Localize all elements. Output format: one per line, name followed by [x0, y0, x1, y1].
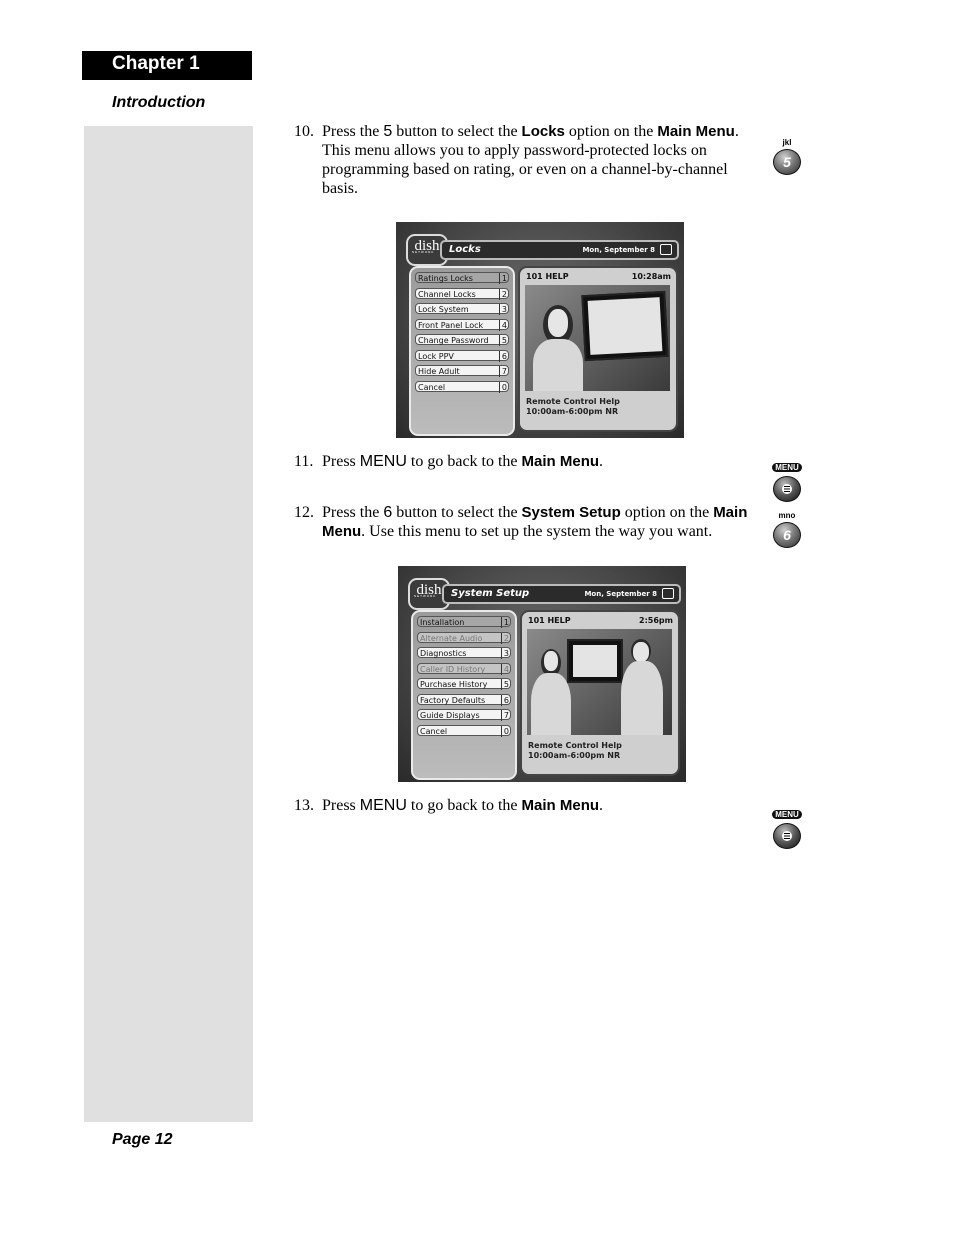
tv-frame-image	[581, 290, 669, 362]
menu-item-lock-ppv: Lock PPV 6	[415, 349, 509, 362]
help-channel-panel: 101 HELP 10:28am Remote Control Help 10:0…	[518, 266, 678, 432]
help-channel: 101 HELP	[526, 272, 569, 281]
menu-item-diagnostics: Diagnostics 3	[417, 647, 511, 659]
screen-title: System Setup	[451, 588, 530, 599]
step-number: 11.	[294, 453, 314, 470]
step-number: 13.	[294, 797, 314, 814]
key-letters: mno	[778, 511, 796, 520]
menu-item-cancel: Cancel 0	[417, 724, 511, 737]
step-number: 12.	[294, 504, 314, 521]
remote-6-button-icon: 6	[773, 522, 801, 548]
step-11: 11. Press MENU to go back to the Main Me…	[294, 452, 749, 471]
screen-header: Locks Mon, September 8	[440, 240, 679, 260]
step-text: Press MENU to go back to the Main Menu.	[322, 797, 604, 814]
menu-item-channel-locks: Channel Locks 2	[415, 287, 509, 300]
menu-item-front-panel-lock: Front Panel Lock 4	[415, 318, 509, 331]
video-preview	[525, 285, 670, 391]
step-text: Press the 5 button to select the Locks o…	[322, 123, 739, 197]
menu-item-guide-displays: Guide Displays 7	[417, 709, 511, 721]
step-13: 13. Press MENU to go back to the Main Me…	[294, 796, 749, 815]
remote-menu-button: MENU	[762, 804, 812, 849]
menu-item-ratings-locks: Ratings Locks 1	[415, 272, 509, 284]
page-number: Page 12	[112, 1131, 173, 1148]
screen-header: System Setup Mon, September 8	[442, 584, 681, 604]
step-10: 10. Press the 5 button to select the Loc…	[294, 122, 749, 198]
help-channel-panel: 101 HELP 2:56pm Remote Control Help 10:00…	[520, 610, 680, 776]
step-number: 10.	[294, 123, 314, 140]
menu-item-alternate-audio: Alternate Audio 2	[417, 631, 511, 644]
program-info: Remote Control Help 10:00am-6:00pm NR	[528, 741, 622, 760]
menu-item-caller-id-history: Caller ID History 4	[417, 662, 511, 675]
presenter-figure	[531, 673, 571, 735]
remote-5-button: jkl 5	[762, 138, 812, 175]
remote-menu-button-icon	[773, 476, 801, 502]
menu-item-hide-adult: Hide Adult 7	[415, 365, 509, 377]
screen-date: Mon, September 8	[582, 246, 655, 254]
remote-menu-button-icon	[773, 823, 801, 849]
menu-item-change-password: Change Password 5	[415, 334, 509, 346]
remote-menu-button: MENU	[762, 457, 812, 502]
remote-6-button: mno 6	[762, 511, 812, 548]
program-info: Remote Control Help 10:00am-6:00pm NR	[526, 397, 620, 416]
menu-label: MENU	[772, 463, 802, 472]
tv-icon	[660, 244, 672, 255]
menu-item-lock-system: Lock System 3	[415, 303, 509, 315]
presenter-figure	[621, 661, 663, 735]
locks-menu-screenshot: dish NETWORK Locks Mon, September 8 Ratin…	[396, 222, 684, 438]
screen-date: Mon, September 8	[584, 590, 657, 598]
screen-title: Locks	[449, 244, 481, 255]
menu-panel: Installation 1 Alternate Audio 2 Diagnosti…	[411, 610, 517, 780]
tv-frame-image	[567, 639, 623, 683]
video-preview	[527, 629, 672, 735]
help-channel: 101 HELP	[528, 616, 571, 625]
help-time: 10:28am	[631, 272, 671, 281]
menu-label: MENU	[772, 810, 802, 819]
menu-item-installation: Installation 1	[417, 616, 511, 628]
key-letters: jkl	[782, 138, 792, 147]
remote-5-button-icon: 5	[773, 149, 801, 175]
step-text: Press the 6 button to select the System …	[322, 504, 748, 540]
menu-item-cancel: Cancel 0	[415, 380, 509, 393]
menu-item-factory-defaults: Factory Defaults 6	[417, 693, 511, 706]
presenter-figure	[533, 339, 583, 391]
step-text: Press MENU to go back to the Main Menu.	[322, 453, 604, 470]
system-setup-menu-screenshot: dish NETWORK System Setup Mon, September …	[398, 566, 686, 782]
section-title: Introduction	[112, 94, 206, 111]
menu-panel: Ratings Locks 1 Channel Locks 2 Lock Syste…	[409, 266, 515, 436]
menu-item-purchase-history: Purchase History 5	[417, 678, 511, 690]
help-time: 2:56pm	[639, 616, 673, 625]
sidebar-margin	[84, 126, 253, 1122]
chapter-heading: Chapter 1	[82, 51, 252, 80]
tv-icon	[662, 588, 674, 599]
step-12: 12. Press the 6 button to select the Sys…	[294, 503, 749, 541]
